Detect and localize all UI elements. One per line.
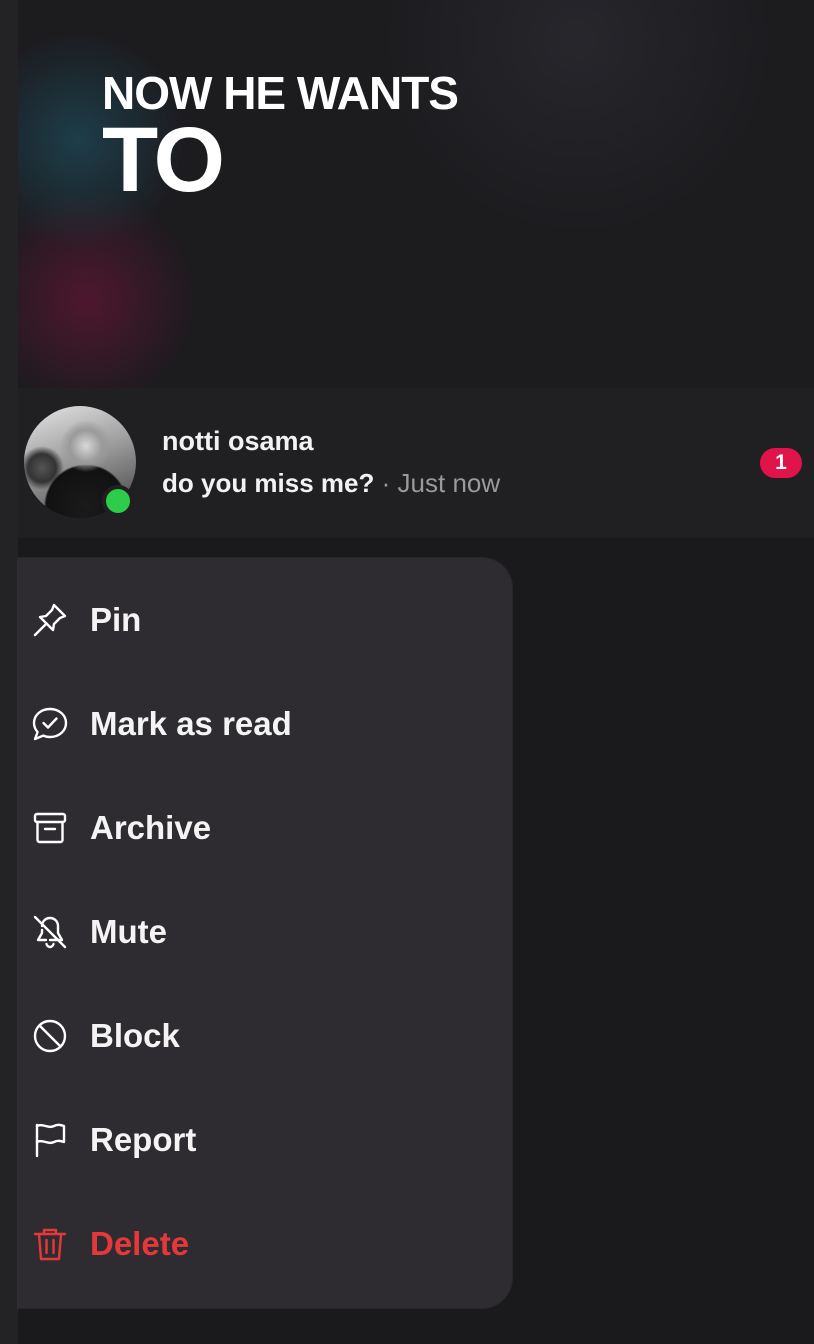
bell-off-icon <box>30 912 70 952</box>
menu-item-report[interactable]: Report <box>18 1088 512 1192</box>
last-message-time: Just now <box>397 468 501 498</box>
chat-context-menu: Pin Mark as read Archive Mute Block Repo… <box>18 558 512 1308</box>
menu-item-mark-as-read[interactable]: Mark as read <box>18 672 512 776</box>
pin-icon <box>30 600 70 640</box>
menu-item-label: Report <box>90 1121 197 1158</box>
edge-strip <box>0 0 18 1344</box>
screen: NOW HE WANTS TO notti osama do you miss … <box>0 0 814 1344</box>
menu-item-delete[interactable]: Delete <box>18 1192 512 1296</box>
menu-item-label: Archive <box>90 809 212 846</box>
caption-line-2: TO <box>102 109 225 211</box>
menu-item-label: Mark as read <box>90 705 292 742</box>
chat-contact-name: notti osama <box>162 426 314 456</box>
menu-item-mute[interactable]: Mute <box>18 880 512 984</box>
preview-separator: · <box>381 468 391 498</box>
menu-item-archive[interactable]: Archive <box>18 776 512 880</box>
trash-icon <box>30 1224 70 1264</box>
flag-icon <box>30 1120 70 1160</box>
block-icon <box>30 1016 70 1056</box>
online-status-indicator <box>102 485 134 517</box>
menu-item-label: Pin <box>90 601 142 638</box>
menu-item-label: Block <box>90 1017 180 1054</box>
chat-list-item[interactable]: notti osama do you miss me? · Just now 1 <box>18 388 814 538</box>
chat-preview: do you miss me? · Just now <box>162 468 500 499</box>
menu-item-label: Delete <box>90 1225 190 1262</box>
last-message: do you miss me? <box>162 468 375 498</box>
mark-read-icon <box>30 704 70 744</box>
unread-count-badge: 1 <box>760 448 802 478</box>
menu-item-label: Mute <box>90 913 167 950</box>
menu-item-pin[interactable]: Pin <box>18 568 512 672</box>
archive-icon <box>30 808 70 848</box>
menu-item-block[interactable]: Block <box>18 984 512 1088</box>
video-caption: NOW HE WANTS TO <box>102 68 459 211</box>
